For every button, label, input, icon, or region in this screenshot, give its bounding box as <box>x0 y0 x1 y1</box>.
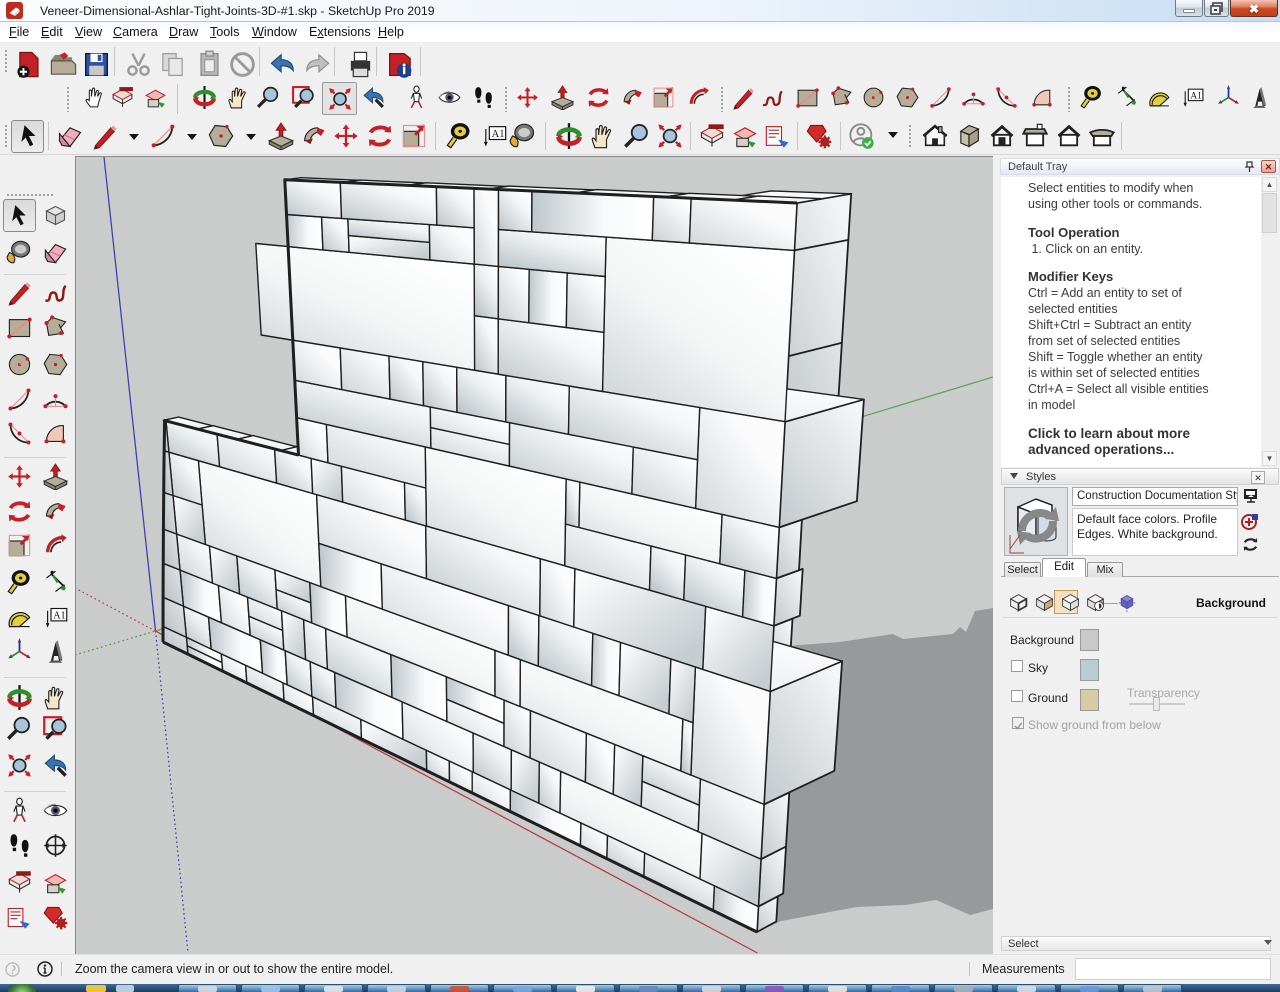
svg-text:A1: A1 <box>492 129 505 140</box>
svg-text:A1: A1 <box>53 611 65 622</box>
svg-text:A1: A1 <box>1190 92 1202 102</box>
